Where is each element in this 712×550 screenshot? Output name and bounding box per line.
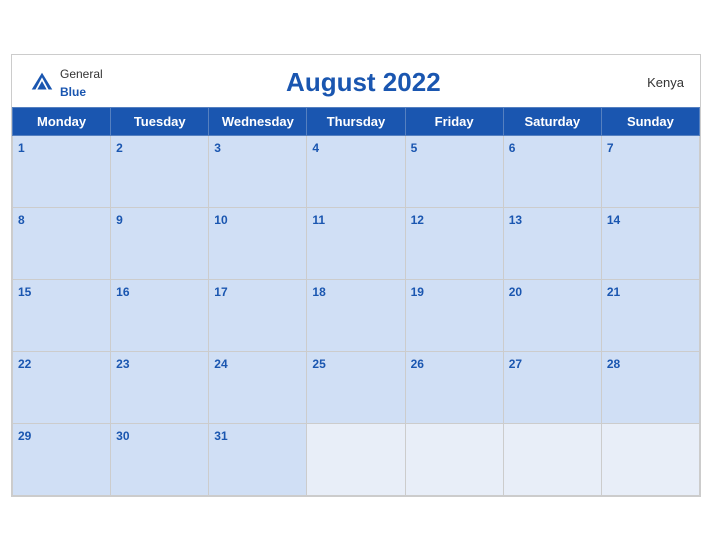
date-number: 25 xyxy=(312,357,325,371)
day-cell: 15 xyxy=(13,279,111,351)
day-cell: 4 xyxy=(307,135,405,207)
day-cell: 8 xyxy=(13,207,111,279)
date-number: 29 xyxy=(18,429,31,443)
day-cell: 10 xyxy=(209,207,307,279)
date-number: 8 xyxy=(18,213,25,227)
date-number: 20 xyxy=(509,285,522,299)
weekday-tuesday: Tuesday xyxy=(111,107,209,135)
date-number: 19 xyxy=(411,285,424,299)
day-cell xyxy=(503,423,601,495)
day-cell: 16 xyxy=(111,279,209,351)
day-cell: 5 xyxy=(405,135,503,207)
date-number: 23 xyxy=(116,357,129,371)
day-cell: 31 xyxy=(209,423,307,495)
logo-general: General xyxy=(60,67,103,81)
day-cell: 28 xyxy=(601,351,699,423)
calendar-container: General Blue August 2022 Kenya MondayTue… xyxy=(11,54,701,497)
day-cell: 2 xyxy=(111,135,209,207)
day-cell: 12 xyxy=(405,207,503,279)
day-cell: 20 xyxy=(503,279,601,351)
date-number: 21 xyxy=(607,285,620,299)
day-cell: 1 xyxy=(13,135,111,207)
day-cell: 3 xyxy=(209,135,307,207)
date-number: 16 xyxy=(116,285,129,299)
date-number: 1 xyxy=(18,141,25,155)
logo-blue: Blue xyxy=(60,85,86,99)
day-cell: 27 xyxy=(503,351,601,423)
weekday-thursday: Thursday xyxy=(307,107,405,135)
date-number: 5 xyxy=(411,141,418,155)
day-cell: 11 xyxy=(307,207,405,279)
weekday-sunday: Sunday xyxy=(601,107,699,135)
week-row-4: 22 23 24 25 26 27 28 xyxy=(13,351,700,423)
day-cell: 25 xyxy=(307,351,405,423)
date-number: 9 xyxy=(116,213,123,227)
calendar-header: General Blue August 2022 Kenya xyxy=(12,55,700,107)
day-cell: 29 xyxy=(13,423,111,495)
day-cell: 18 xyxy=(307,279,405,351)
calendar-title: August 2022 xyxy=(103,67,624,98)
week-row-1: 1 2 3 4 5 6 7 xyxy=(13,135,700,207)
date-number: 4 xyxy=(312,141,319,155)
week-row-2: 8 9 10 11 12 13 14 xyxy=(13,207,700,279)
date-number: 13 xyxy=(509,213,522,227)
week-row-5: 29 30 31 xyxy=(13,423,700,495)
logo-text: General Blue xyxy=(60,65,103,101)
weekday-saturday: Saturday xyxy=(503,107,601,135)
country-label: Kenya xyxy=(624,75,684,90)
day-cell: 17 xyxy=(209,279,307,351)
date-number: 11 xyxy=(312,213,325,227)
date-number: 31 xyxy=(214,429,227,443)
date-number: 22 xyxy=(18,357,31,371)
date-number: 2 xyxy=(116,141,123,155)
day-cell xyxy=(405,423,503,495)
day-cell: 26 xyxy=(405,351,503,423)
logo-icon xyxy=(28,69,56,97)
day-cell: 23 xyxy=(111,351,209,423)
day-cell xyxy=(601,423,699,495)
weekday-monday: Monday xyxy=(13,107,111,135)
weekday-header-row: MondayTuesdayWednesdayThursdayFridaySatu… xyxy=(13,107,700,135)
day-cell: 7 xyxy=(601,135,699,207)
weekday-friday: Friday xyxy=(405,107,503,135)
date-number: 10 xyxy=(214,213,227,227)
day-cell: 6 xyxy=(503,135,601,207)
day-cell xyxy=(307,423,405,495)
date-number: 26 xyxy=(411,357,424,371)
day-cell: 9 xyxy=(111,207,209,279)
week-row-3: 15 16 17 18 19 20 21 xyxy=(13,279,700,351)
date-number: 7 xyxy=(607,141,614,155)
date-number: 30 xyxy=(116,429,129,443)
date-number: 18 xyxy=(312,285,325,299)
date-number: 15 xyxy=(18,285,31,299)
day-cell: 30 xyxy=(111,423,209,495)
day-cell: 21 xyxy=(601,279,699,351)
date-number: 12 xyxy=(411,213,424,227)
day-cell: 19 xyxy=(405,279,503,351)
date-number: 3 xyxy=(214,141,221,155)
date-number: 17 xyxy=(214,285,227,299)
day-cell: 24 xyxy=(209,351,307,423)
date-number: 24 xyxy=(214,357,227,371)
weekday-wednesday: Wednesday xyxy=(209,107,307,135)
day-cell: 14 xyxy=(601,207,699,279)
date-number: 28 xyxy=(607,357,620,371)
date-number: 14 xyxy=(607,213,620,227)
date-number: 27 xyxy=(509,357,522,371)
date-number: 6 xyxy=(509,141,516,155)
calendar-grid: MondayTuesdayWednesdayThursdayFridaySatu… xyxy=(12,107,700,496)
day-cell: 22 xyxy=(13,351,111,423)
logo-area: General Blue xyxy=(28,65,103,101)
day-cell: 13 xyxy=(503,207,601,279)
